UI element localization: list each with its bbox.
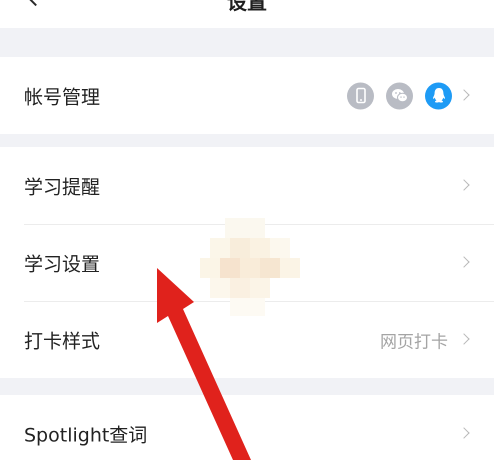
study-group: 学习提醒 学习设置 打卡样式 网页打卡	[0, 147, 494, 378]
study-reminder-row[interactable]: 学习提醒	[0, 147, 494, 224]
checkin-style-value: 网页打卡	[380, 332, 448, 352]
phone-icon	[347, 82, 374, 109]
chevron-right-icon	[458, 332, 470, 345]
account-management-row[interactable]: 帐号管理	[0, 57, 494, 134]
account-management-label: 帐号管理	[24, 86, 101, 108]
chevron-right-icon	[458, 88, 470, 101]
lookup-group: Spotlight查词	[0, 395, 494, 460]
checkin-style-row[interactable]: 打卡样式 网页打卡	[0, 301, 494, 378]
checkin-style-label: 打卡样式	[24, 330, 101, 352]
bound-accounts	[347, 82, 452, 109]
study-reminder-label: 学习提醒	[24, 176, 101, 198]
chevron-right-icon	[458, 178, 470, 191]
spotlight-lookup-label: Spotlight查词	[24, 424, 148, 446]
wechat-icon	[386, 82, 413, 109]
nav-bar: 设置	[0, 0, 494, 28]
chevron-right-icon	[458, 426, 470, 439]
account-group: 帐号管理	[0, 57, 494, 134]
page-title: 设置	[227, 0, 267, 14]
study-settings-label: 学习设置	[24, 253, 101, 275]
study-settings-row[interactable]: 学习设置	[0, 224, 494, 301]
chevron-right-icon	[458, 255, 470, 268]
spotlight-lookup-row[interactable]: Spotlight查词	[0, 395, 494, 460]
qq-icon	[425, 82, 452, 109]
